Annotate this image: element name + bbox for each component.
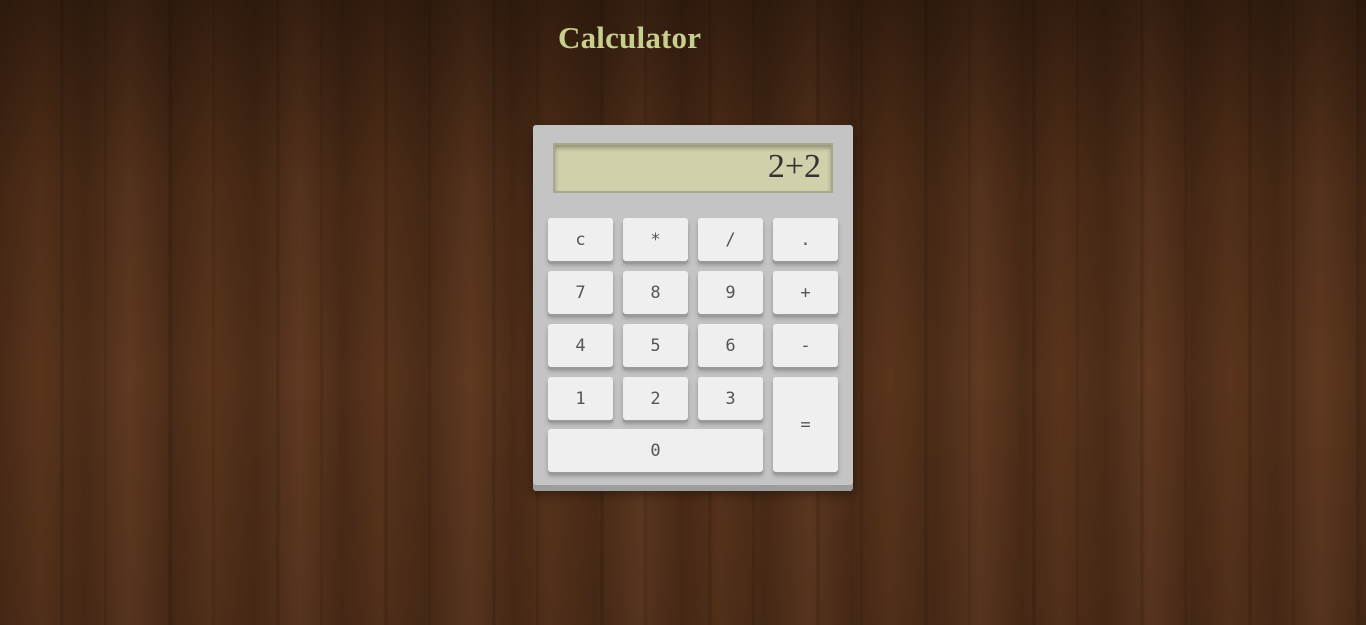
five-button[interactable]: 5	[623, 324, 688, 367]
divide-button[interactable]: /	[698, 218, 763, 261]
six-button[interactable]: 6	[698, 324, 763, 367]
four-button[interactable]: 4	[548, 324, 613, 367]
nine-button[interactable]: 9	[698, 271, 763, 314]
multiply-button[interactable]: *	[623, 218, 688, 261]
page-title: Calculator	[558, 20, 702, 55]
two-button[interactable]: 2	[623, 377, 688, 420]
equals-button[interactable]: =	[773, 377, 838, 472]
one-button[interactable]: 1	[548, 377, 613, 420]
calculator-body: 2+2 c * / . 7 8 9 + 4 5 6 - 1 2 3 = 0	[533, 125, 853, 485]
plus-button[interactable]: +	[773, 271, 838, 314]
calculator-display: 2+2	[553, 143, 833, 193]
clear-button[interactable]: c	[548, 218, 613, 261]
seven-button[interactable]: 7	[548, 271, 613, 314]
minus-button[interactable]: -	[773, 324, 838, 367]
decimal-button[interactable]: .	[773, 218, 838, 261]
three-button[interactable]: 3	[698, 377, 763, 420]
eight-button[interactable]: 8	[623, 271, 688, 314]
zero-button[interactable]: 0	[548, 429, 763, 472]
